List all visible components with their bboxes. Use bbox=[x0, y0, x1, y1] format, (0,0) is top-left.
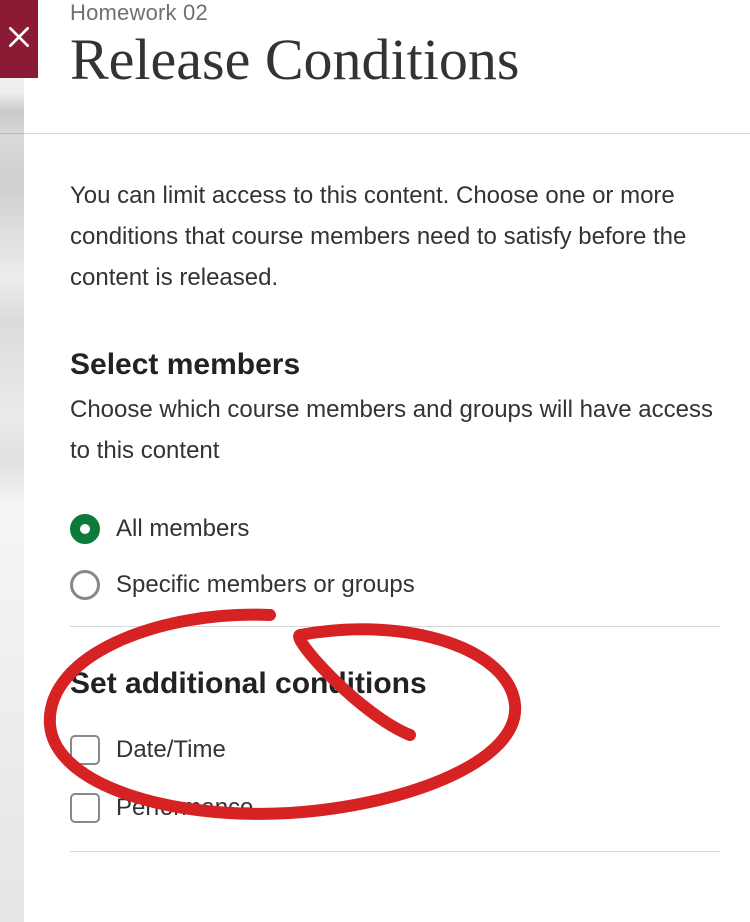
checkbox-performance[interactable]: Performance bbox=[70, 793, 720, 823]
divider bbox=[0, 133, 750, 134]
page-description: You can limit access to this content. Ch… bbox=[70, 176, 720, 298]
checkbox-performance-label: Performance bbox=[116, 794, 253, 822]
radio-all-members-label: All members bbox=[116, 515, 249, 543]
divider bbox=[70, 851, 720, 852]
breadcrumb: Homework 02 bbox=[70, 0, 720, 26]
additional-conditions-heading: Set additional conditions bbox=[70, 667, 720, 701]
close-icon bbox=[6, 24, 32, 55]
checkbox-unchecked-icon bbox=[70, 793, 100, 823]
panel-content: Homework 02 Release Conditions You can l… bbox=[0, 0, 750, 852]
checkbox-unchecked-icon bbox=[70, 735, 100, 765]
select-members-heading: Select members bbox=[70, 348, 720, 382]
page-title: Release Conditions bbox=[70, 26, 720, 93]
select-members-description: Choose which course members and groups w… bbox=[70, 390, 720, 472]
divider bbox=[70, 626, 720, 627]
radio-selected-icon bbox=[70, 514, 100, 544]
radio-specific-members-label: Specific members or groups bbox=[116, 571, 415, 599]
background-left-edge bbox=[0, 0, 24, 922]
radio-specific-members[interactable]: Specific members or groups bbox=[70, 570, 720, 600]
radio-unselected-icon bbox=[70, 570, 100, 600]
checkbox-date-time-label: Date/Time bbox=[116, 736, 226, 764]
checkbox-date-time[interactable]: Date/Time bbox=[70, 735, 720, 765]
close-button[interactable] bbox=[0, 0, 38, 78]
radio-all-members[interactable]: All members bbox=[70, 514, 720, 544]
